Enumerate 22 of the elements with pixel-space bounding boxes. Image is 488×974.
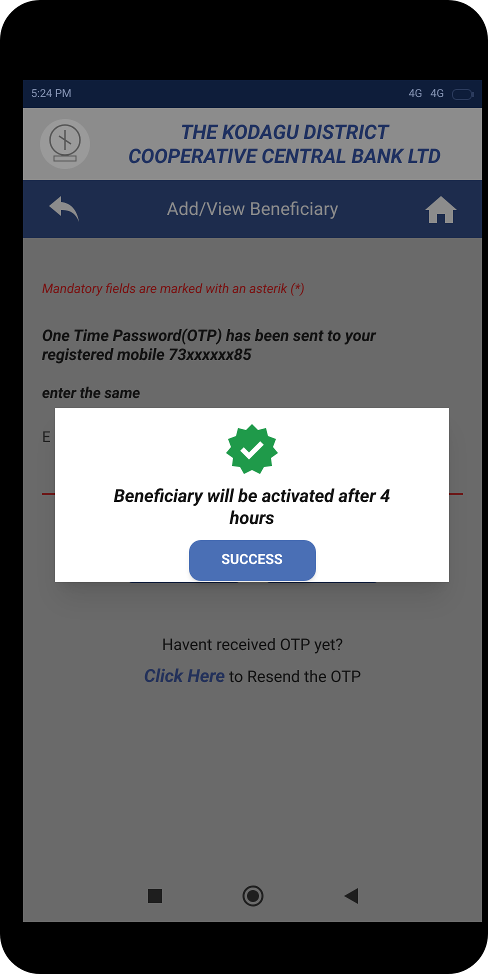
- status-time: 5:24 PM: [31, 86, 72, 102]
- resend-question: Havent received OTP yet?: [161, 634, 344, 656]
- bank-title: THE KODAGU DISTRICT: [180, 120, 388, 144]
- network-label: 4G: [430, 86, 444, 102]
- resend-text: Click Here to Resend the OTP: [143, 664, 362, 688]
- home-icon[interactable]: [424, 194, 458, 224]
- battery-icon: [452, 88, 474, 100]
- otp-message: One Time Password(OTP) has been sent to your registered mobile 73xxxxxx85: [42, 326, 378, 364]
- enter-prompt: enter the same: [42, 382, 142, 404]
- dialog-message: Beneficiary will be activated after 4 hours: [112, 486, 392, 530]
- field-label: E: [42, 427, 52, 448]
- mandatory-note: Mandatory fields are marked with an asterik (*): [42, 281, 306, 299]
- bank-logo-icon: [39, 118, 91, 170]
- bank-title: COOPERATIVE CENTRAL BANK LTD: [128, 144, 441, 168]
- back-icon[interactable]: [47, 194, 81, 224]
- circle-nav-icon[interactable]: [242, 885, 264, 907]
- check-badge-icon: [225, 422, 279, 476]
- square-nav-icon[interactable]: [148, 889, 162, 903]
- back-nav-icon[interactable]: [344, 888, 358, 904]
- success-button[interactable]: SUCCESS: [188, 540, 316, 581]
- page-title: Add/View Beneficiary: [166, 198, 338, 222]
- network-label: 4G: [408, 86, 422, 102]
